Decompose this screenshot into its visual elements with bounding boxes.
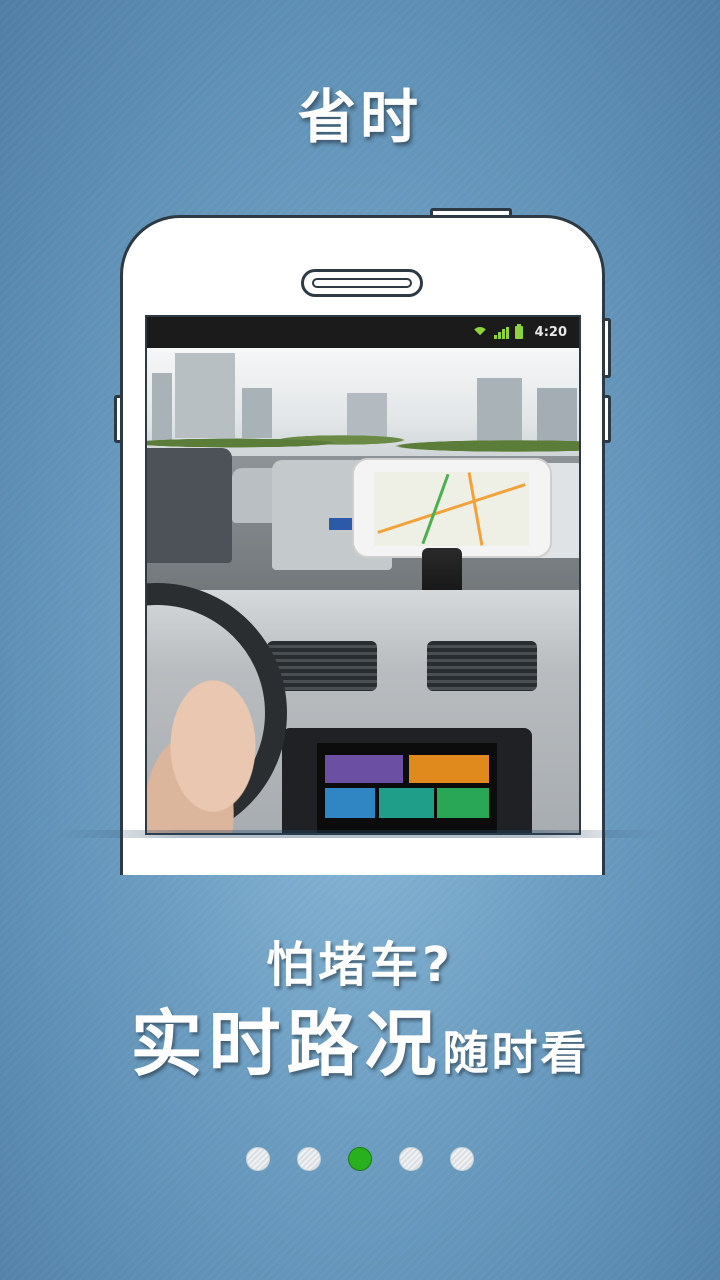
page-dot-2[interactable] — [297, 1147, 321, 1171]
page-dot-3[interactable] — [348, 1147, 372, 1171]
status-time: 4:20 — [534, 325, 567, 340]
phone-screen: 4:20 — [145, 315, 581, 835]
signal-icon — [493, 326, 509, 339]
headline: 省时 — [297, 83, 422, 151]
hand-image — [147, 678, 267, 833]
page-dot-1[interactable] — [246, 1147, 270, 1171]
page-dot-4[interactable] — [399, 1147, 423, 1171]
phone-speaker — [301, 269, 423, 297]
car-head-unit — [317, 743, 497, 833]
navigation-phone-image — [352, 458, 552, 558]
tagline-suffix: 随时看 — [442, 1026, 590, 1080]
page-indicator — [0, 1147, 720, 1171]
tagline-statement: 实时路况随时看 — [0, 985, 720, 1090]
phone-shadow — [60, 830, 660, 838]
traffic-photo — [147, 348, 579, 833]
tagline-highlight: 实时路况 — [130, 1002, 443, 1086]
status-bar: 4:20 — [147, 317, 579, 348]
page-dot-5[interactable] — [450, 1147, 474, 1171]
battery-icon — [514, 324, 523, 339]
wifi-icon — [471, 326, 488, 343]
